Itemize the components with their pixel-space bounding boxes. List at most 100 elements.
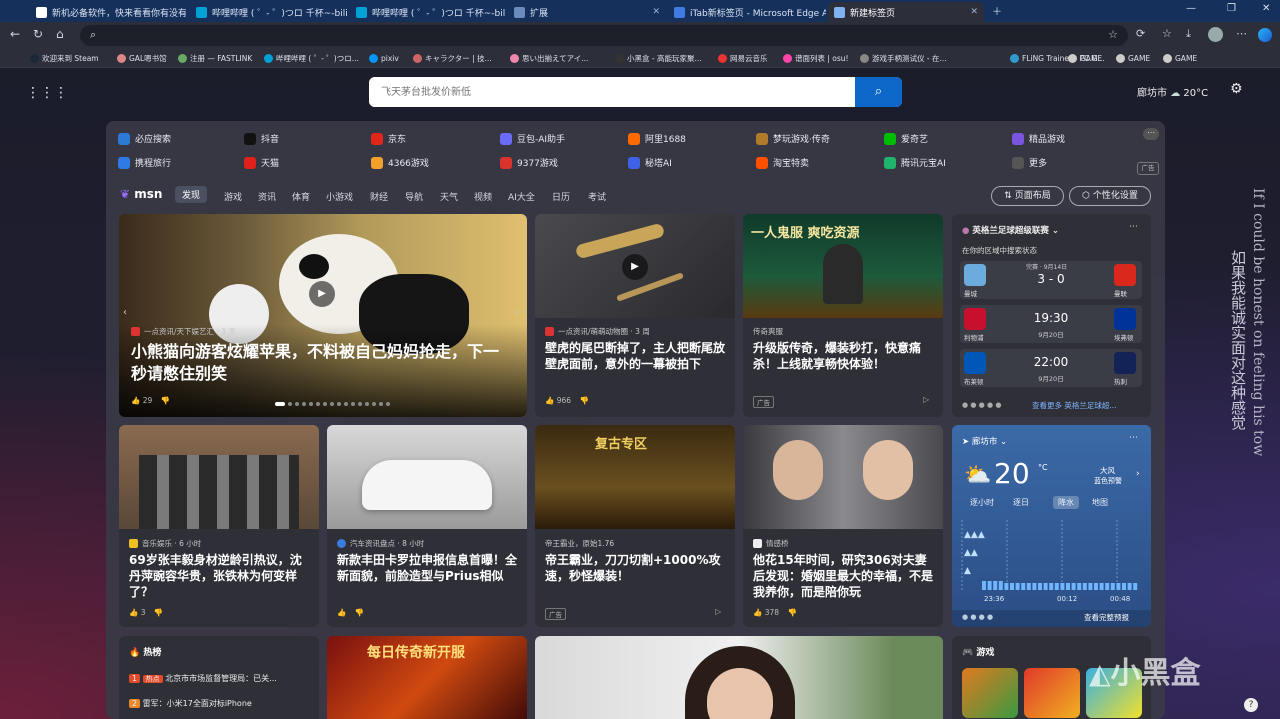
feed-tab[interactable]: 考试 (588, 190, 606, 203)
weather-widget-top[interactable]: 廊坊市 ☁ 20°C (1137, 84, 1208, 99)
feed-tab[interactable]: 视频 (474, 190, 492, 203)
settings-gear-icon[interactable]: ⚙ (1230, 81, 1243, 97)
quicklink-item[interactable]: 精品游戏 (1012, 132, 1065, 145)
personalize-button[interactable]: ⬡ 个性化设置 (1069, 186, 1151, 206)
apps-grid-icon[interactable]: ⋮⋮⋮ (26, 85, 68, 101)
browser-tab-active[interactable]: 新建标签页 ✕ (828, 2, 984, 22)
thumbs-down-icon[interactable]: 👎 (154, 608, 163, 617)
feed-tab[interactable]: 体育 (292, 190, 310, 203)
refresh-icon[interactable]: ↻ (33, 27, 43, 41)
feed-tab[interactable]: 资讯 (258, 190, 276, 203)
feed-tab[interactable]: AI大全 (508, 190, 535, 203)
bookmark-item[interactable]: キャラクター | 技... (413, 50, 492, 66)
game-tile[interactable] (1024, 668, 1080, 718)
chevron-down-icon[interactable]: ⌄ (1000, 437, 1007, 447)
page-layout-button[interactable]: ⇅ 页面布局 (991, 186, 1064, 206)
feed-tab[interactable]: 日历 (552, 190, 570, 203)
thumbs-up-icon[interactable]: 👍 (129, 608, 138, 617)
more-icon[interactable]: ⋯ (1129, 433, 1138, 443)
chevron-right-icon[interactable]: › (1136, 469, 1140, 479)
quicklink-item[interactable]: 阿里1688 (628, 132, 686, 145)
quicklink-item[interactable]: 京东 (371, 132, 406, 145)
carousel-next-icon[interactable]: › (515, 307, 519, 318)
maximize-button[interactable]: ❐ (1227, 3, 1236, 14)
search-button[interactable]: ⌕ (855, 77, 902, 107)
feed-tab[interactable]: 导航 (405, 190, 423, 203)
pager-dots[interactable]: ● ● ● ● ● (962, 401, 1001, 409)
search-input[interactable] (369, 77, 855, 107)
feed-tab[interactable]: 小游戏 (326, 190, 353, 203)
news-card-toyota[interactable]: 汽车资讯盘点 · 8 小时 新款丰田卡罗拉申报信息首曝！全新面貌，前脸造型与Pr… (327, 425, 527, 627)
thumbs-down-icon[interactable]: 👎 (787, 608, 796, 617)
carousel-dots[interactable] (275, 402, 390, 406)
thumbs-up-icon[interactable]: 👍 (753, 608, 762, 617)
bookmark-item[interactable]: 小黑盒 - 高能玩家聚... (615, 50, 702, 66)
pager-dots[interactable]: ● ● ● ● (962, 613, 993, 621)
list-item[interactable]: 1 热点 北京市市场监督管理局：已关... (129, 673, 277, 684)
news-card-gecko[interactable]: ▶ 一点资讯/萌萌动物圈 · 3 周 壁虎的尾巴断掉了，主人把断尾放壁虎面前，意… (535, 214, 735, 417)
game-tile[interactable] (962, 668, 1018, 718)
ad-arrow-icon[interactable]: ▷ (923, 395, 929, 404)
bookmark-item[interactable]: 网易云音乐 (718, 50, 768, 66)
bookmark-item[interactable]: 谱面列表 | osu! (783, 50, 849, 66)
news-title[interactable]: 69岁张丰毅身材逆龄引热议，沈丹萍豌容华贵，张铁林为何变样了？ (129, 552, 313, 601)
favorite-star-icon[interactable]: ☆ (1108, 28, 1118, 41)
bookmark-item[interactable]: 哔哩哔哩 ( ゜- ゜)つロ... (264, 50, 359, 66)
browser-tab[interactable]: 哔哩哔哩 ( ゜- ゜)つロ 千杯~-bilib✕ (350, 2, 506, 22)
quicklink-item[interactable]: 更多 (1012, 156, 1047, 169)
home-icon[interactable]: ⌂ (56, 27, 64, 41)
close-icon[interactable]: ✕ (970, 7, 978, 17)
thumbs-down-icon[interactable]: 👎 (355, 608, 364, 617)
quicklink-item[interactable]: 携程旅行 (118, 156, 171, 169)
search-box[interactable]: ⌕ (369, 77, 902, 107)
thumbs-down-icon[interactable]: 👎 (579, 396, 588, 405)
help-icon[interactable]: ? (1244, 698, 1258, 712)
ad-title[interactable]: 帝王霸业，刀刀切割+1000%攻速，秒怪爆装！ (545, 552, 729, 584)
bookmark-item[interactable]: 欢迎来到 Steam (30, 50, 99, 66)
carousel-prev-icon[interactable]: ‹ (123, 307, 127, 318)
quicklink-item[interactable]: 抖音 (244, 132, 279, 145)
chevron-down-icon[interactable]: ⌄ (1052, 226, 1059, 236)
sports-more-link[interactable]: 查看更多 英格兰足球超... (1032, 400, 1117, 411)
quicklink-item[interactable]: 天猫 (244, 156, 279, 169)
bookmark-item[interactable]: pixiv (369, 50, 399, 66)
news-card-portrait[interactable] (535, 636, 943, 719)
match-row[interactable]: 布莱顿 热刺 22:00 9月20日 (960, 349, 1142, 387)
minimize-button[interactable]: — (1186, 3, 1196, 14)
weather-more-link[interactable]: 查看完整预报 (1084, 612, 1129, 623)
quicklink-item[interactable]: 豆包-AI助手 (500, 132, 565, 145)
bookmark-item[interactable]: 注册 — FASTLINK (178, 50, 252, 66)
bookmark-item[interactable]: GAL嗯书馆 (117, 50, 167, 66)
feed-tab[interactable]: 游戏 (224, 190, 242, 203)
ad-card-legend[interactable]: 一人鬼服 爽吃资源 传奇爽服 升级版传奇，爆装秒打，快意痛杀！上线就享畅快体验！… (743, 214, 943, 417)
browser-tab[interactable]: 哔哩哔哩 ( ゜- ゜)つロ 千杯~-bilibi✕ (190, 2, 348, 22)
weather-tab[interactable]: 降水 (1053, 496, 1079, 509)
thumbs-up-icon[interactable]: 👍 (131, 396, 140, 405)
news-title[interactable]: 壁虎的尾巴断掉了，主人把断尾放壁虎面前，意外的一幕被拍下 (545, 340, 729, 372)
quicklink-item[interactable]: 秘塔AI (628, 156, 672, 169)
thumbs-up-icon[interactable]: 👍 (545, 396, 554, 405)
more-icon[interactable]: ⋯ (1129, 222, 1138, 232)
news-title[interactable]: 新款丰田卡罗拉申报信息首曝！全新面貌，前脸造型与Prius相似 (337, 552, 521, 584)
bookmark-item[interactable]: 思い出揃えてアイ... (510, 50, 588, 66)
close-window-button[interactable]: ✕ (1262, 3, 1270, 14)
news-card-panda[interactable]: ▶ ‹ › 一点资讯/天下娱艺汇 · 3 天 小熊猫向游客炫耀苹果，不料被自己妈… (119, 214, 527, 417)
bookmark-item[interactable]: GAME (1068, 50, 1102, 66)
news-title[interactable]: 小熊猫向游客炫耀苹果，不料被自己妈妈抢走，下一秒请憋住别笑 (131, 341, 511, 384)
match-row[interactable]: 利物浦 埃弗顿 19:30 9月20日 (960, 305, 1142, 343)
thumbs-up-icon[interactable]: 👍 (337, 608, 346, 617)
quicklink-item[interactable]: 淘宝特卖 (756, 156, 809, 169)
ad-card-legend-2[interactable]: 每日传奇新开服 (327, 636, 527, 719)
msn-logo[interactable]: ❦ msn (120, 187, 162, 201)
weather-tab[interactable]: 逐日 (1013, 497, 1029, 508)
browser-tab[interactable]: 扩展 ✕ (508, 2, 666, 22)
browser-tab[interactable]: iTab新标签页 - Microsoft Edge A✕ (668, 2, 826, 22)
download-icon[interactable]: ⤓ (1186, 27, 1191, 41)
quicklink-item[interactable]: 必应搜索 (118, 132, 171, 145)
quicklink-item[interactable]: 腾讯元宝AI (884, 156, 946, 169)
browser-tab[interactable]: 新机必备软件，快来看看你有没有✕ (30, 2, 186, 22)
bookmark-item[interactable]: GAME (1116, 50, 1150, 66)
feed-tab[interactable]: 发现 (175, 186, 208, 203)
quicklinks-more-button[interactable]: ⋯ (1143, 128, 1159, 140)
news-card-celebrity[interactable]: 音乐娱乐 · 6 小时 69岁张丰毅身材逆龄引热议，沈丹萍豌容华贵，张铁林为何变… (119, 425, 319, 627)
